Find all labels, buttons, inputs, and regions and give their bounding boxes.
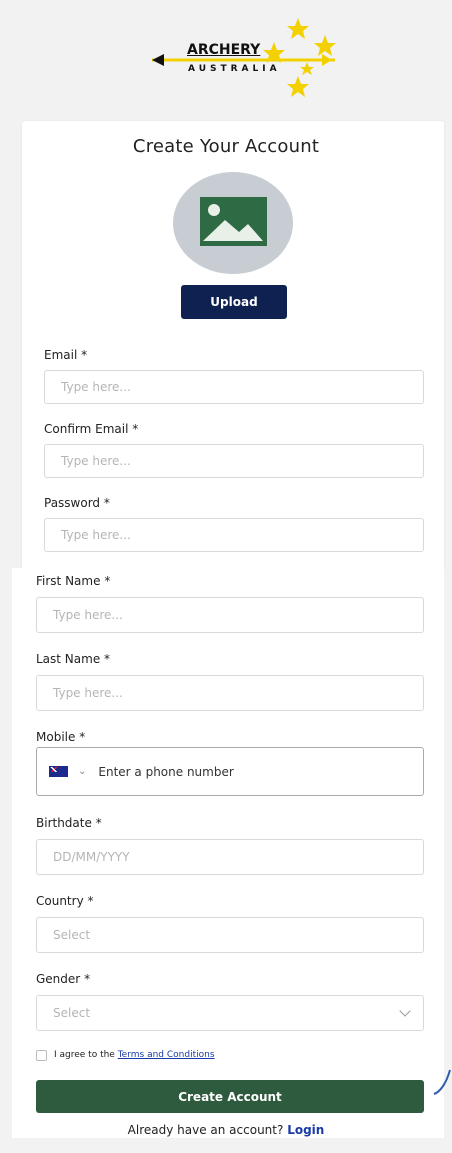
australia-flag-icon[interactable] bbox=[49, 766, 68, 777]
page-title: Create Your Account bbox=[132, 136, 320, 157]
required-mark: * bbox=[95, 816, 102, 830]
mobile-label-text: Mobile bbox=[36, 730, 76, 744]
required-mark: * bbox=[79, 730, 86, 744]
last-name-field[interactable]: Type here... bbox=[36, 675, 424, 711]
archery-australia-logo: ARCHERY AUSTRALIA bbox=[150, 14, 340, 104]
first-name-field[interactable]: Type here... bbox=[36, 597, 424, 633]
birthdate-field[interactable]: DD/MM/YYYY bbox=[36, 839, 424, 875]
chevron-down-icon[interactable] bbox=[399, 1005, 411, 1017]
birthdate-label: Birthdate * bbox=[36, 816, 102, 830]
login-prefix: Already have an account? bbox=[127, 1123, 288, 1137]
required-mark: * bbox=[84, 972, 91, 986]
required-mark: * bbox=[81, 348, 88, 362]
password-placeholder: Type here... bbox=[61, 528, 131, 542]
last-name-label: Last Name * bbox=[36, 652, 110, 666]
login-link[interactable]: Login bbox=[287, 1123, 324, 1137]
logo-graphic bbox=[152, 18, 336, 97]
terms-text: I agree to the Terms and Conditions bbox=[54, 1050, 215, 1060]
password-field[interactable]: Type here... bbox=[44, 518, 424, 552]
image-icon bbox=[200, 197, 267, 246]
first-name-placeholder: Type here... bbox=[53, 608, 123, 622]
gender-label-text: Gender bbox=[36, 972, 81, 986]
country-label: Country * bbox=[36, 894, 94, 908]
terms-link[interactable]: Terms and Conditions bbox=[118, 1050, 215, 1060]
required-mark: * bbox=[104, 652, 111, 666]
birthdate-placeholder: DD/MM/YYYY bbox=[53, 850, 130, 864]
password-label: Password * bbox=[44, 496, 110, 510]
birthdate-label-text: Birthdate bbox=[36, 816, 92, 830]
confirm-email-label-text: Confirm Email bbox=[44, 422, 129, 436]
country-select[interactable]: Select bbox=[36, 917, 424, 953]
login-prompt: Already have an account? Login bbox=[0, 1123, 452, 1137]
header: ARCHERY AUSTRALIA bbox=[10, 6, 444, 118]
confirm-email-label: Confirm Email * bbox=[44, 422, 138, 436]
required-mark: * bbox=[104, 574, 111, 588]
logo-line-australia: AUSTRALIA bbox=[188, 64, 281, 74]
create-account-button[interactable]: Create Account bbox=[36, 1080, 424, 1113]
last-name-placeholder: Type here... bbox=[53, 686, 123, 700]
terms-checkbox[interactable] bbox=[36, 1050, 47, 1061]
email-label-text: Email bbox=[44, 348, 78, 362]
password-label-text: Password bbox=[44, 496, 101, 510]
mobile-placeholder: Enter a phone number bbox=[98, 764, 234, 779]
profile-photo-placeholder bbox=[173, 172, 293, 274]
gender-placeholder: Select bbox=[53, 1006, 91, 1020]
required-mark: * bbox=[103, 496, 110, 510]
mobile-label: Mobile * bbox=[36, 730, 85, 744]
required-mark: * bbox=[87, 894, 94, 908]
first-name-label: First Name * bbox=[36, 574, 110, 588]
terms-prefix: I agree to the bbox=[54, 1050, 118, 1060]
country-label-text: Country bbox=[36, 894, 84, 908]
email-field[interactable]: Type here... bbox=[44, 370, 424, 404]
confirm-email-field[interactable]: Type here... bbox=[44, 444, 424, 478]
chevron-down-icon[interactable]: ⌄ bbox=[78, 766, 86, 777]
scroll-indicator-icon bbox=[433, 1069, 451, 1095]
mobile-field[interactable]: ⌄ Enter a phone number bbox=[36, 747, 424, 796]
email-placeholder: Type here... bbox=[61, 380, 131, 394]
logo-line-archery: ARCHERY bbox=[187, 42, 261, 58]
gender-select[interactable]: Select bbox=[36, 995, 424, 1031]
required-mark: * bbox=[132, 422, 139, 436]
country-placeholder: Select bbox=[53, 928, 91, 942]
upload-button[interactable]: Upload bbox=[181, 285, 287, 319]
confirm-email-placeholder: Type here... bbox=[61, 454, 131, 468]
last-name-label-text: Last Name bbox=[36, 652, 101, 666]
email-label: Email * bbox=[44, 348, 87, 362]
gender-label: Gender * bbox=[36, 972, 90, 986]
first-name-label-text: First Name bbox=[36, 574, 101, 588]
